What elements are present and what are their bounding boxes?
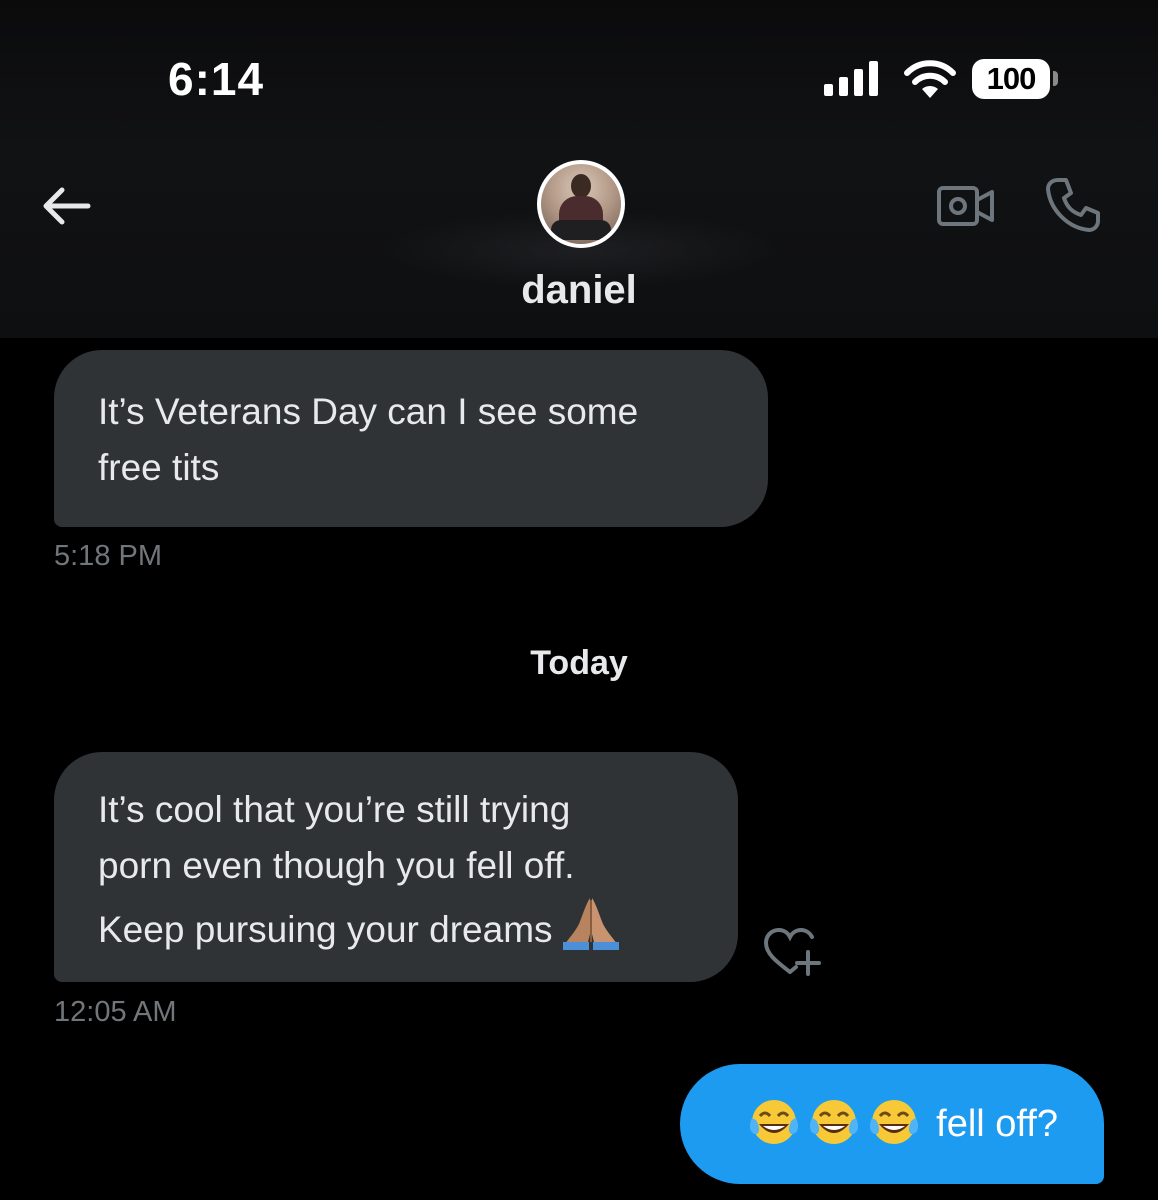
tears-of-joy-icon bbox=[870, 1100, 919, 1144]
tears-of-joy-icon bbox=[750, 1100, 799, 1144]
message-text: fell off? bbox=[936, 1102, 1058, 1145]
dm-conversation-screen: 6:14 100 daniel It’s Veterans Day can I … bbox=[0, 0, 1158, 1200]
battery-tip bbox=[1053, 71, 1058, 86]
wifi-icon bbox=[904, 60, 956, 98]
message-timestamp: 5:18 PM bbox=[54, 540, 162, 572]
message-timestamp: 12:05 AM bbox=[54, 996, 177, 1028]
message-text-line: porn even though you fell off. bbox=[98, 845, 575, 886]
avatar-photo bbox=[541, 164, 621, 244]
phone-icon[interactable] bbox=[1044, 176, 1102, 234]
day-divider: Today bbox=[530, 644, 628, 682]
outgoing-message-bubble[interactable]: fell off? bbox=[680, 1064, 1104, 1184]
message-text-line: Keep pursuing your dreams bbox=[98, 909, 553, 950]
status-time: 6:14 bbox=[168, 53, 265, 105]
incoming-message-bubble[interactable]: It’s cool that you’re still trying porn … bbox=[54, 752, 738, 982]
cellular-signal-icon bbox=[824, 61, 878, 96]
video-camera-icon[interactable] bbox=[936, 180, 996, 230]
avatar[interactable] bbox=[537, 160, 625, 248]
message-text-line: free tits bbox=[98, 447, 220, 488]
folded-hands-icon bbox=[562, 898, 619, 950]
message-text-line: It’s Veterans Day can I see some bbox=[98, 391, 639, 432]
incoming-message-bubble[interactable]: It’s Veterans Day can I see some free ti… bbox=[54, 350, 768, 527]
back-arrow-button[interactable] bbox=[38, 182, 94, 230]
battery-indicator: 100 bbox=[972, 59, 1050, 99]
message-text-line: It’s cool that you’re still trying bbox=[98, 789, 571, 830]
contact-name[interactable]: daniel bbox=[0, 268, 1158, 313]
add-reaction-heart-icon[interactable] bbox=[760, 924, 824, 980]
tears-of-joy-icon bbox=[810, 1100, 859, 1144]
